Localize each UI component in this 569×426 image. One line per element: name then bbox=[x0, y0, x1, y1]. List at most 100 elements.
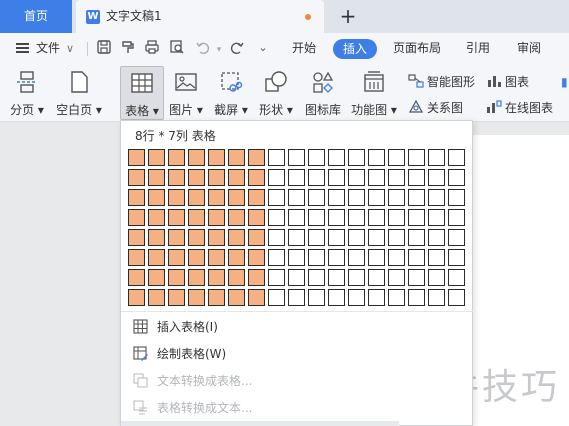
grid-cell[interactable] bbox=[368, 209, 385, 226]
grid-cell[interactable] bbox=[288, 269, 305, 286]
grid-cell[interactable] bbox=[128, 189, 145, 206]
grid-cell[interactable] bbox=[308, 269, 325, 286]
grid-cell[interactable] bbox=[168, 249, 185, 266]
grid-cell[interactable] bbox=[368, 249, 385, 266]
grid-cell[interactable] bbox=[228, 289, 245, 306]
grid-cell[interactable] bbox=[448, 289, 465, 306]
grid-cell[interactable] bbox=[268, 169, 285, 186]
tab-page-layout[interactable]: 页面布局 bbox=[393, 33, 441, 64]
grid-cell[interactable] bbox=[368, 289, 385, 306]
grid-cell[interactable] bbox=[448, 149, 465, 166]
grid-cell[interactable] bbox=[348, 149, 365, 166]
grid-cell[interactable] bbox=[328, 169, 345, 186]
blank-page-button[interactable]: 空白页 ▾ bbox=[54, 66, 104, 120]
icon-library-button[interactable]: 图标库 bbox=[300, 66, 346, 120]
grid-cell[interactable] bbox=[168, 229, 185, 246]
grid-cell[interactable] bbox=[208, 289, 225, 306]
grid-cell[interactable] bbox=[268, 229, 285, 246]
grid-cell[interactable] bbox=[428, 189, 445, 206]
grid-cell[interactable] bbox=[328, 149, 345, 166]
grid-cell[interactable] bbox=[288, 249, 305, 266]
grid-cell[interactable] bbox=[388, 149, 405, 166]
grid-cell[interactable] bbox=[268, 189, 285, 206]
grid-cell[interactable] bbox=[128, 149, 145, 166]
grid-cell[interactable] bbox=[128, 209, 145, 226]
grid-cell[interactable] bbox=[148, 209, 165, 226]
grid-cell[interactable] bbox=[248, 189, 265, 206]
grid-cell[interactable] bbox=[228, 169, 245, 186]
grid-cell[interactable] bbox=[428, 229, 445, 246]
print-preview-icon[interactable] bbox=[168, 39, 186, 57]
smart-shape-button[interactable]: 智能图形 bbox=[408, 72, 475, 92]
grid-cell[interactable] bbox=[308, 149, 325, 166]
grid-cell[interactable] bbox=[448, 189, 465, 206]
grid-cell[interactable] bbox=[308, 289, 325, 306]
grid-cell[interactable] bbox=[368, 149, 385, 166]
grid-cell[interactable] bbox=[248, 209, 265, 226]
grid-cell[interactable] bbox=[248, 289, 265, 306]
grid-cell[interactable] bbox=[188, 249, 205, 266]
grid-cell[interactable] bbox=[328, 209, 345, 226]
grid-cell[interactable] bbox=[308, 229, 325, 246]
grid-cell[interactable] bbox=[188, 169, 205, 186]
grid-cell[interactable] bbox=[328, 269, 345, 286]
grid-cell[interactable] bbox=[448, 269, 465, 286]
grid-cell[interactable] bbox=[228, 149, 245, 166]
hamburger-menu-icon[interactable] bbox=[16, 43, 29, 53]
grid-cell[interactable] bbox=[448, 229, 465, 246]
grid-cell[interactable] bbox=[308, 169, 325, 186]
page-break-button[interactable]: 分页 ▾ bbox=[6, 66, 48, 120]
tab-document[interactable]: W 文字文稿1 bbox=[76, 0, 324, 33]
grid-cell[interactable] bbox=[408, 169, 425, 186]
draw-table-item[interactable]: 绘制表格(W) bbox=[121, 341, 474, 367]
grid-cell[interactable] bbox=[348, 249, 365, 266]
grid-cell[interactable] bbox=[228, 269, 245, 286]
grid-cell[interactable] bbox=[288, 289, 305, 306]
grid-cell[interactable] bbox=[228, 209, 245, 226]
grid-cell[interactable] bbox=[388, 209, 405, 226]
grid-cell[interactable] bbox=[148, 229, 165, 246]
grid-cell[interactable] bbox=[268, 249, 285, 266]
grid-cell[interactable] bbox=[248, 169, 265, 186]
grid-cell[interactable] bbox=[308, 249, 325, 266]
grid-cell[interactable] bbox=[228, 229, 245, 246]
grid-cell[interactable] bbox=[368, 169, 385, 186]
grid-cell[interactable] bbox=[248, 149, 265, 166]
grid-cell[interactable] bbox=[368, 229, 385, 246]
customize-toolbar-icon[interactable]: ⌄ bbox=[254, 39, 272, 57]
grid-cell[interactable] bbox=[408, 149, 425, 166]
grid-cell[interactable] bbox=[388, 229, 405, 246]
grid-cell[interactable] bbox=[308, 209, 325, 226]
grid-cell[interactable] bbox=[388, 189, 405, 206]
grid-cell[interactable] bbox=[128, 229, 145, 246]
grid-cell[interactable] bbox=[288, 189, 305, 206]
redo-icon[interactable] bbox=[228, 39, 246, 57]
grid-cell[interactable] bbox=[188, 269, 205, 286]
grid-cell[interactable] bbox=[428, 149, 445, 166]
grid-cell[interactable] bbox=[408, 289, 425, 306]
grid-cell[interactable] bbox=[348, 289, 365, 306]
grid-cell[interactable] bbox=[428, 289, 445, 306]
grid-cell[interactable] bbox=[328, 229, 345, 246]
grid-cell[interactable] bbox=[148, 189, 165, 206]
grid-cell[interactable] bbox=[188, 289, 205, 306]
grid-cell[interactable] bbox=[188, 189, 205, 206]
grid-cell[interactable] bbox=[448, 169, 465, 186]
grid-cell[interactable] bbox=[148, 269, 165, 286]
grid-cell[interactable] bbox=[448, 249, 465, 266]
grid-cell[interactable] bbox=[388, 169, 405, 186]
grid-cell[interactable] bbox=[408, 229, 425, 246]
grid-cell[interactable] bbox=[208, 169, 225, 186]
grid-cell[interactable] bbox=[188, 229, 205, 246]
grid-cell[interactable] bbox=[208, 149, 225, 166]
grid-cell[interactable] bbox=[268, 269, 285, 286]
grid-cell[interactable] bbox=[288, 209, 305, 226]
grid-cell[interactable] bbox=[208, 249, 225, 266]
grid-cell[interactable] bbox=[328, 289, 345, 306]
grid-cell[interactable] bbox=[168, 269, 185, 286]
grid-cell[interactable] bbox=[228, 249, 245, 266]
grid-cell[interactable] bbox=[388, 269, 405, 286]
relation-chart-button[interactable]: 关系图 bbox=[408, 98, 463, 118]
grid-cell[interactable] bbox=[428, 269, 445, 286]
grid-cell[interactable] bbox=[328, 249, 345, 266]
